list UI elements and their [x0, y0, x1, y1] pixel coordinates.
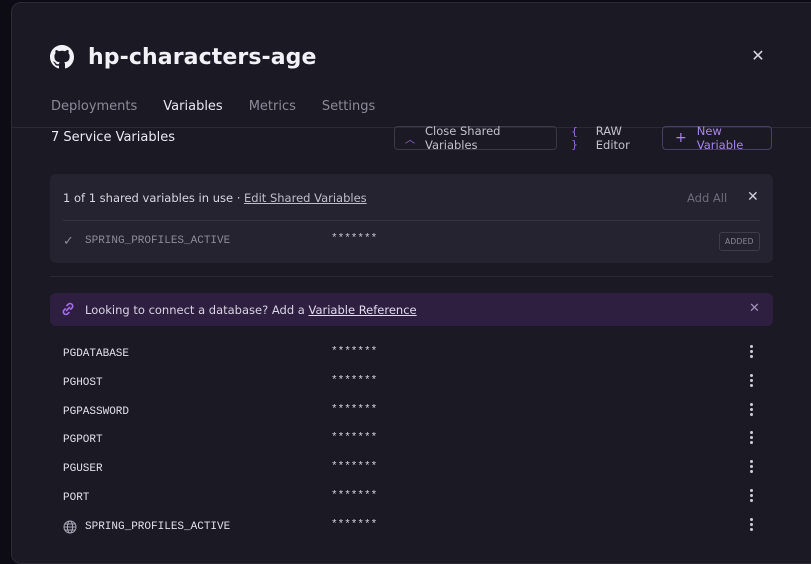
shared-usage: 1 of 1 shared variables in use · Edit Sh…: [63, 191, 367, 205]
variables-list: PGDATABASE ******* PGHOST ******* PGPASS…: [50, 343, 773, 545]
add-all-button[interactable]: Add All: [687, 191, 727, 205]
plus-icon: +: [675, 130, 687, 146]
more-options-icon[interactable]: [750, 373, 754, 388]
more-options-icon[interactable]: [750, 460, 754, 474]
more-options-icon[interactable]: [750, 488, 754, 503]
new-variable-label: New Variable: [696, 124, 744, 152]
close-icon[interactable]: ✕: [749, 301, 760, 316]
close-shared-variables-button[interactable]: ︿ Close Shared Variables: [394, 124, 557, 152]
close-shared-label: Close Shared Variables: [425, 124, 501, 152]
raw-editor-button[interactable]: { } RAW Editor: [567, 124, 657, 152]
tab-deployments[interactable]: Deployments: [51, 99, 137, 114]
service-variables-count: 7 Service Variables: [51, 130, 175, 145]
variable-value: *******: [331, 461, 378, 474]
tab-bar: Deployments Variables Metrics Settings: [51, 99, 401, 114]
raw-editor-label: RAW Editor: [595, 124, 630, 152]
shared-variable-key: SPRING_PROFILES_ACTIVE: [85, 235, 231, 247]
variable-row[interactable]: PGUSER *******: [50, 458, 773, 487]
divider: [63, 220, 760, 221]
variable-value: *******: [331, 432, 378, 445]
variable-key: PGDATABASE: [63, 348, 130, 360]
divider: [50, 276, 773, 277]
shared-variable-value: *******: [331, 233, 378, 245]
variable-key: PGUSER: [63, 463, 103, 476]
more-options-icon[interactable]: [750, 402, 754, 417]
variable-key: PGPASSWORD: [63, 405, 130, 418]
more-options-icon[interactable]: [750, 345, 754, 359]
close-icon[interactable]: ✕: [747, 189, 759, 205]
variable-key: PGHOST: [63, 376, 103, 389]
new-variable-button[interactable]: + New Variable: [662, 124, 772, 152]
globe-icon: [63, 519, 77, 534]
banner-message: Looking to connect a database? Add a: [85, 303, 309, 317]
check-icon: ✓: [63, 234, 74, 249]
variable-value: *******: [331, 346, 378, 358]
tab-settings[interactable]: Settings: [322, 99, 375, 114]
braces-icon: { }: [571, 125, 578, 151]
added-badge: ADDED: [719, 232, 760, 251]
chevron-up-icon: ︿: [405, 134, 415, 146]
link-icon: [60, 301, 76, 321]
tab-variables[interactable]: Variables: [163, 99, 222, 114]
shared-variable-row[interactable]: ✓ SPRING_PROFILES_ACTIVE ******* ADDED: [63, 232, 760, 251]
shared-variables-box: 1 of 1 shared variables in use · Edit Sh…: [50, 174, 773, 263]
shared-usage-text: 1 of 1 shared variables in use ·: [63, 191, 245, 205]
database-banner: Looking to connect a database? Add a Var…: [50, 293, 773, 326]
page-title: hp-characters-age: [88, 44, 317, 70]
more-options-icon[interactable]: [750, 431, 754, 445]
edit-shared-variables-link[interactable]: Edit Shared Variables: [244, 191, 367, 205]
banner-text: Looking to connect a database? Add a Var…: [85, 303, 417, 317]
variable-row[interactable]: PGHOST *******: [50, 372, 773, 401]
variable-value: *******: [331, 374, 378, 387]
variable-value: *******: [331, 489, 378, 502]
more-options-icon[interactable]: [750, 517, 754, 532]
variable-reference-link[interactable]: Variable Reference: [308, 303, 416, 317]
variable-key: PGPORT: [63, 434, 103, 447]
variable-row[interactable]: SPRING_PROFILES_ACTIVE *******: [50, 516, 773, 545]
variable-row[interactable]: PGPORT *******: [50, 429, 773, 458]
variable-key: PORT: [63, 491, 90, 504]
tab-metrics[interactable]: Metrics: [249, 99, 296, 114]
github-icon: [50, 44, 74, 70]
service-header: hp-characters-age: [50, 42, 317, 72]
variable-row[interactable]: PGPASSWORD *******: [50, 401, 773, 430]
variable-row[interactable]: PGDATABASE *******: [50, 343, 773, 372]
variable-key: SPRING_PROFILES_ACTIVE: [85, 520, 231, 533]
variable-row[interactable]: PORT *******: [50, 487, 773, 516]
variable-value: *******: [331, 518, 378, 531]
close-icon[interactable]: ✕: [749, 47, 767, 65]
variable-value: *******: [331, 403, 378, 416]
